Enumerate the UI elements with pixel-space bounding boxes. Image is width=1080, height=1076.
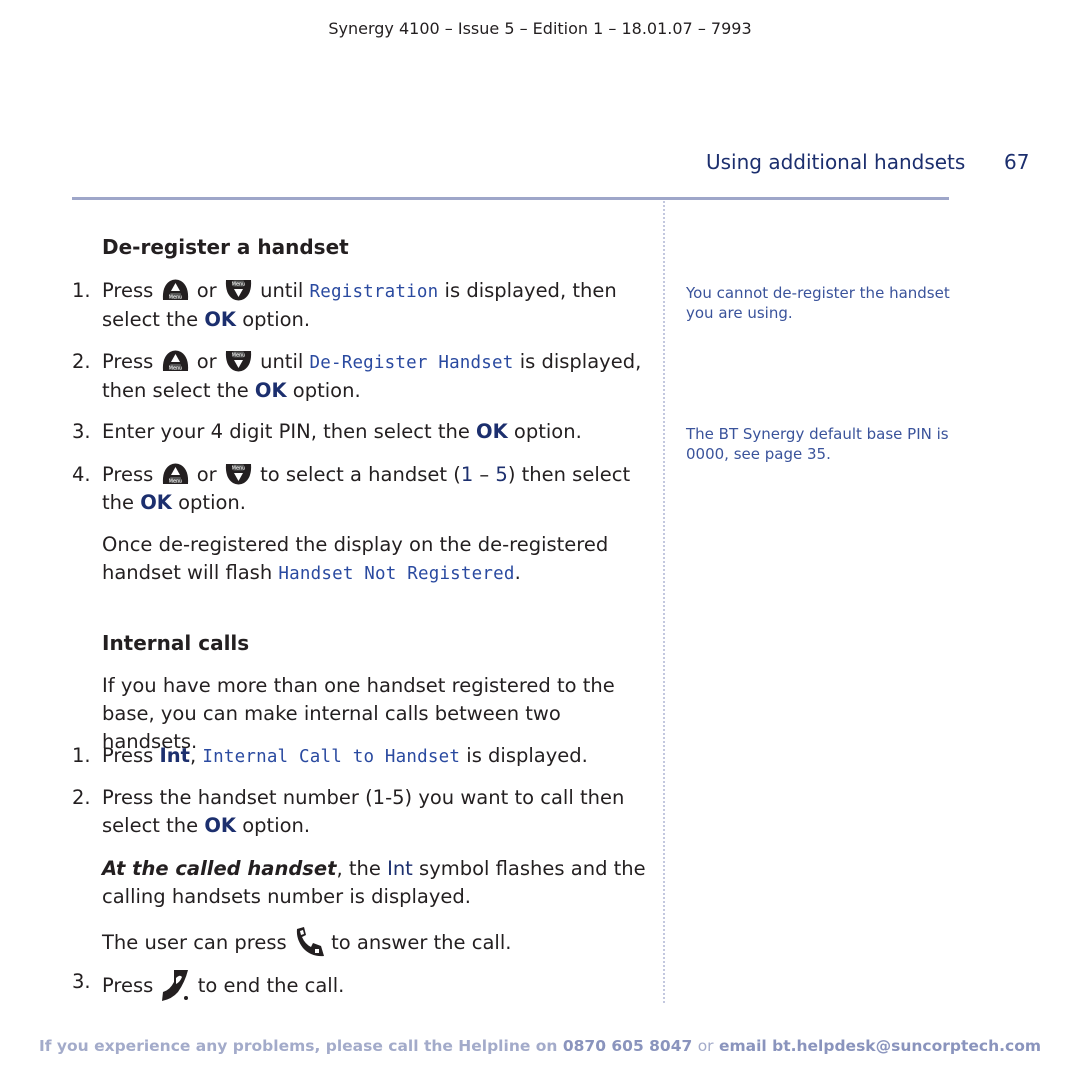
menu-down-key-icon [224,278,253,302]
ok-option: OK [140,491,172,514]
int-key-label: Int [159,744,190,767]
step-text: is displayed. [466,744,588,767]
step-number: 3. [72,970,91,993]
range-dash: – [473,463,496,486]
side-note-default-pin: The BT Synergy default base PIN is 0000,… [686,425,949,463]
display-text-internal-call: Internal Call to Handset [202,747,461,767]
display-text-deregister-handset: De-Register Handset [309,353,514,373]
step-text: or [196,279,217,302]
note-end: . [514,561,521,584]
footer-text: If you experience any problems, please c… [38,1037,558,1055]
step-text: to end the call. [197,974,345,997]
helpline-footer: If you experience any problems, please c… [0,1037,1080,1055]
comma: , [190,744,197,767]
helpline-phone: 0870 605 8047 [562,1037,693,1055]
menu-down-key-icon [224,462,253,486]
step-text: option. [513,420,582,443]
step-number: 2. [72,350,91,373]
helpdesk-email: email bt.helpdesk@suncorptech.com [718,1037,1041,1055]
step-number: 1. [72,744,91,767]
end-call-key-icon [160,968,192,1002]
deregister-note: Once de-registered the display on the de… [102,531,647,588]
column-divider [663,201,665,1003]
step-text: or [196,463,217,486]
step-text: Press [102,279,154,302]
ok-option: OK [204,814,237,837]
called-handset-note: At the called handset, the Int symbol fl… [102,855,647,911]
display-text-handset-not-registered: Handset Not Registered [278,564,515,584]
step-text: or [196,350,217,373]
step-number: 3. [72,420,91,443]
step-text: to select a handset ( [260,463,461,486]
ok-option: OK [254,379,287,402]
note-text: The user can press [102,931,287,954]
ok-option: OK [204,308,237,331]
step-text: Press [102,744,154,767]
step-text: until [260,350,304,373]
section-title: Using additional handsets [706,150,966,174]
ok-option: OK [476,420,508,443]
step-number: 4. [72,463,91,486]
display-text-registration: Registration [309,282,439,302]
step-text: Press [102,463,154,486]
step-text: option. [292,379,361,402]
deregister-heading: De-register a handset [102,235,349,259]
step-text: until [260,279,304,302]
range-start: 1 [460,463,474,486]
internal-calls-heading: Internal calls [102,631,250,655]
note-text: , the [336,857,381,880]
step-text: Enter your 4 digit PIN, then select the [102,420,470,443]
range-end: 5 [495,463,508,486]
header-rule [72,197,949,200]
menu-down-key-icon [224,349,253,373]
footer-or: or [697,1037,714,1055]
step-text: option. [242,308,311,331]
step-text: Press the handset number (1-5) you want … [102,786,625,837]
step-text: Press [102,350,154,373]
document-info-header: Synergy 4100 – Issue 5 – Edition 1 – 18.… [328,19,752,38]
menu-up-key-icon [161,278,190,302]
step-number: 1. [72,279,91,302]
step-number: 2. [72,786,91,809]
step-text: option. [178,491,246,514]
page-number: 67 [1004,150,1030,174]
answer-call-key-icon [293,926,325,958]
step-text: option. [242,814,311,837]
int-symbol-label: Int [387,857,413,880]
step-text: Press [102,974,154,997]
answer-call-note: The user can press to answer the call. [102,926,647,958]
side-note-cannot-deregister: You cannot de-register the handset you a… [686,284,950,322]
menu-up-key-icon [161,462,190,486]
note-text: to answer the call. [331,931,512,954]
menu-up-key-icon [161,349,190,373]
called-handset-label: At the called handset [102,857,337,880]
